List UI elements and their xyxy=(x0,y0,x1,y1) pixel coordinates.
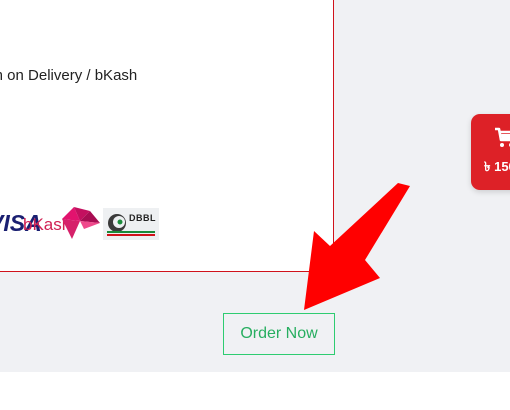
floating-cart-button[interactable]: ৳ 1500 xyxy=(471,114,510,190)
dbbl-logo-text: DBBL xyxy=(129,213,156,223)
bkash-bird-icon xyxy=(62,207,100,239)
cart-icon xyxy=(495,127,510,147)
payment-logos: VISA bKash DBBL xyxy=(0,203,170,247)
payment-methods-text: Cash on Delivery / bKash xyxy=(0,67,138,84)
page: Cash on Delivery / bKash VISA bKash DBBL xyxy=(0,0,510,410)
dbbl-logo: DBBL xyxy=(103,208,159,240)
dbbl-stripe-red xyxy=(107,234,155,236)
dbbl-stripe-green xyxy=(107,231,155,233)
bkash-logo: bKash xyxy=(23,203,100,245)
cart-total: ৳ 1500 xyxy=(484,159,510,174)
order-now-button[interactable]: Order Now xyxy=(223,313,335,355)
